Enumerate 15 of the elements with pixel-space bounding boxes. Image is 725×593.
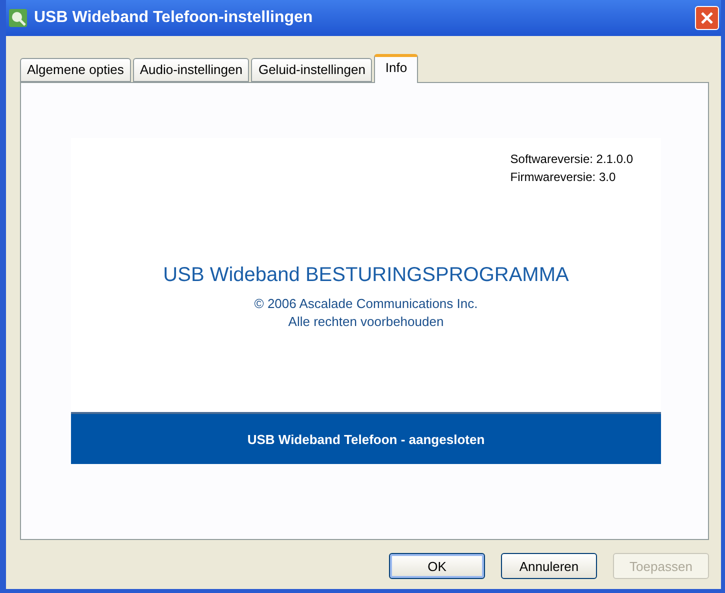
version-text: Softwareversie: 2.1.0.0 [510,152,633,166]
close-button[interactable] [695,6,719,30]
tab[interactable]: Algemene opties [20,58,131,82]
app-icon [8,8,28,28]
tab[interactable]: Geluid-instellingen [251,58,372,82]
product-title: USB Wideband BESTURINGSPROGRAMMA [163,264,569,287]
copyright-text: © 2006 Ascalade Communications Inc. Alle rechten voorbehouden [254,295,478,331]
tab[interactable]: Info [374,54,418,83]
version-text: Firmwareversie: 3.0 [510,170,616,184]
dialog-button[interactable]: Annuleren [501,553,597,579]
status-text: USB Wideband Telefoon - aangesloten [247,432,485,446]
dialog-button[interactable]: OK [389,553,485,579]
close-icon [701,12,713,24]
window-title: USB Wideband Telefoon-instellingen [34,9,314,27]
tab[interactable]: Audio-instellingen [132,58,250,82]
